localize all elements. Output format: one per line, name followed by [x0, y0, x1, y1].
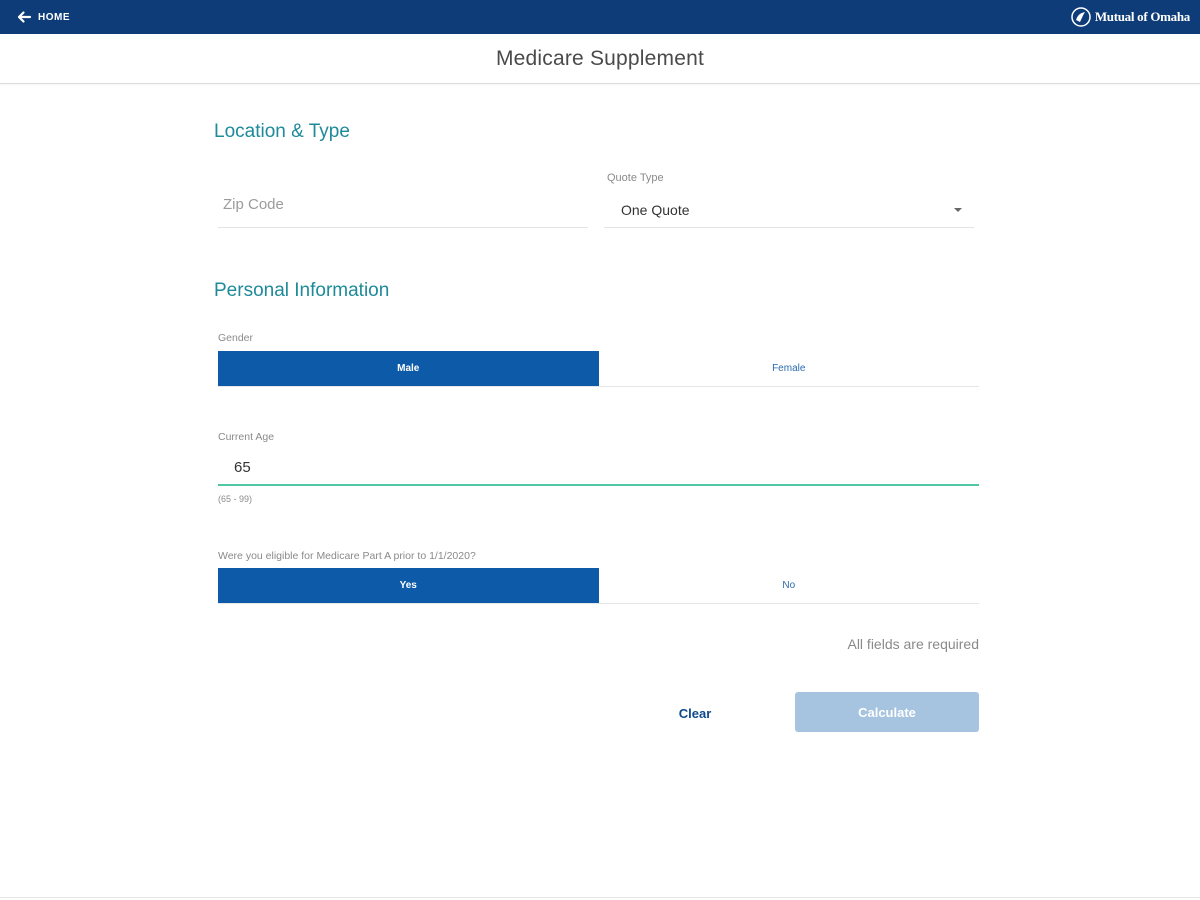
location-type-heading: Location & Type — [214, 121, 350, 142]
medicare-eligibility-toggle: Yes No — [218, 568, 979, 604]
calculate-button[interactable]: Calculate — [795, 692, 979, 732]
gender-male-button[interactable]: Male — [218, 351, 599, 386]
gender-label: Gender — [218, 332, 254, 344]
title-bar: Medicare Supplement — [0, 34, 1200, 84]
quote-type-select[interactable]: One Quote — [604, 192, 974, 228]
gender-toggle: Male Female — [218, 351, 979, 387]
home-label: HOME — [38, 11, 70, 23]
arrow-left-icon — [16, 9, 32, 25]
bottom-divider — [0, 897, 1200, 898]
home-link[interactable]: HOME — [16, 9, 70, 25]
current-age-field[interactable] — [218, 450, 979, 486]
quote-type-label: Quote Type — [607, 172, 664, 184]
eligibility-yes-button[interactable]: Yes — [218, 568, 599, 603]
clear-button[interactable]: Clear — [660, 700, 730, 726]
current-age-label: Current Age — [218, 431, 275, 443]
caret-down-icon — [954, 207, 962, 212]
zip-code-field[interactable] — [218, 184, 588, 228]
brand-logo: Mutual of Omaha — [1071, 7, 1190, 27]
mutual-of-omaha-logo-icon — [1071, 7, 1091, 27]
gender-female-button[interactable]: Female — [598, 351, 979, 386]
eligibility-no-button[interactable]: No — [598, 568, 979, 603]
page-title: Medicare Supplement — [495, 46, 705, 70]
brand-text: Mutual of Omaha — [1094, 9, 1190, 24]
quote-type-value: One Quote — [621, 201, 690, 218]
top-nav-bar: HOME Mutual of Omaha — [0, 0, 1200, 34]
age-range-hint: (65 - 99) — [218, 494, 253, 504]
medicare-eligibility-label: Were you eligible for Medicare Part A pr… — [218, 550, 476, 562]
required-fields-note: All fields are required — [847, 636, 979, 652]
current-age-input[interactable] — [232, 457, 979, 477]
zip-code-input[interactable] — [218, 184, 588, 224]
personal-info-heading: Personal Information — [214, 280, 390, 301]
